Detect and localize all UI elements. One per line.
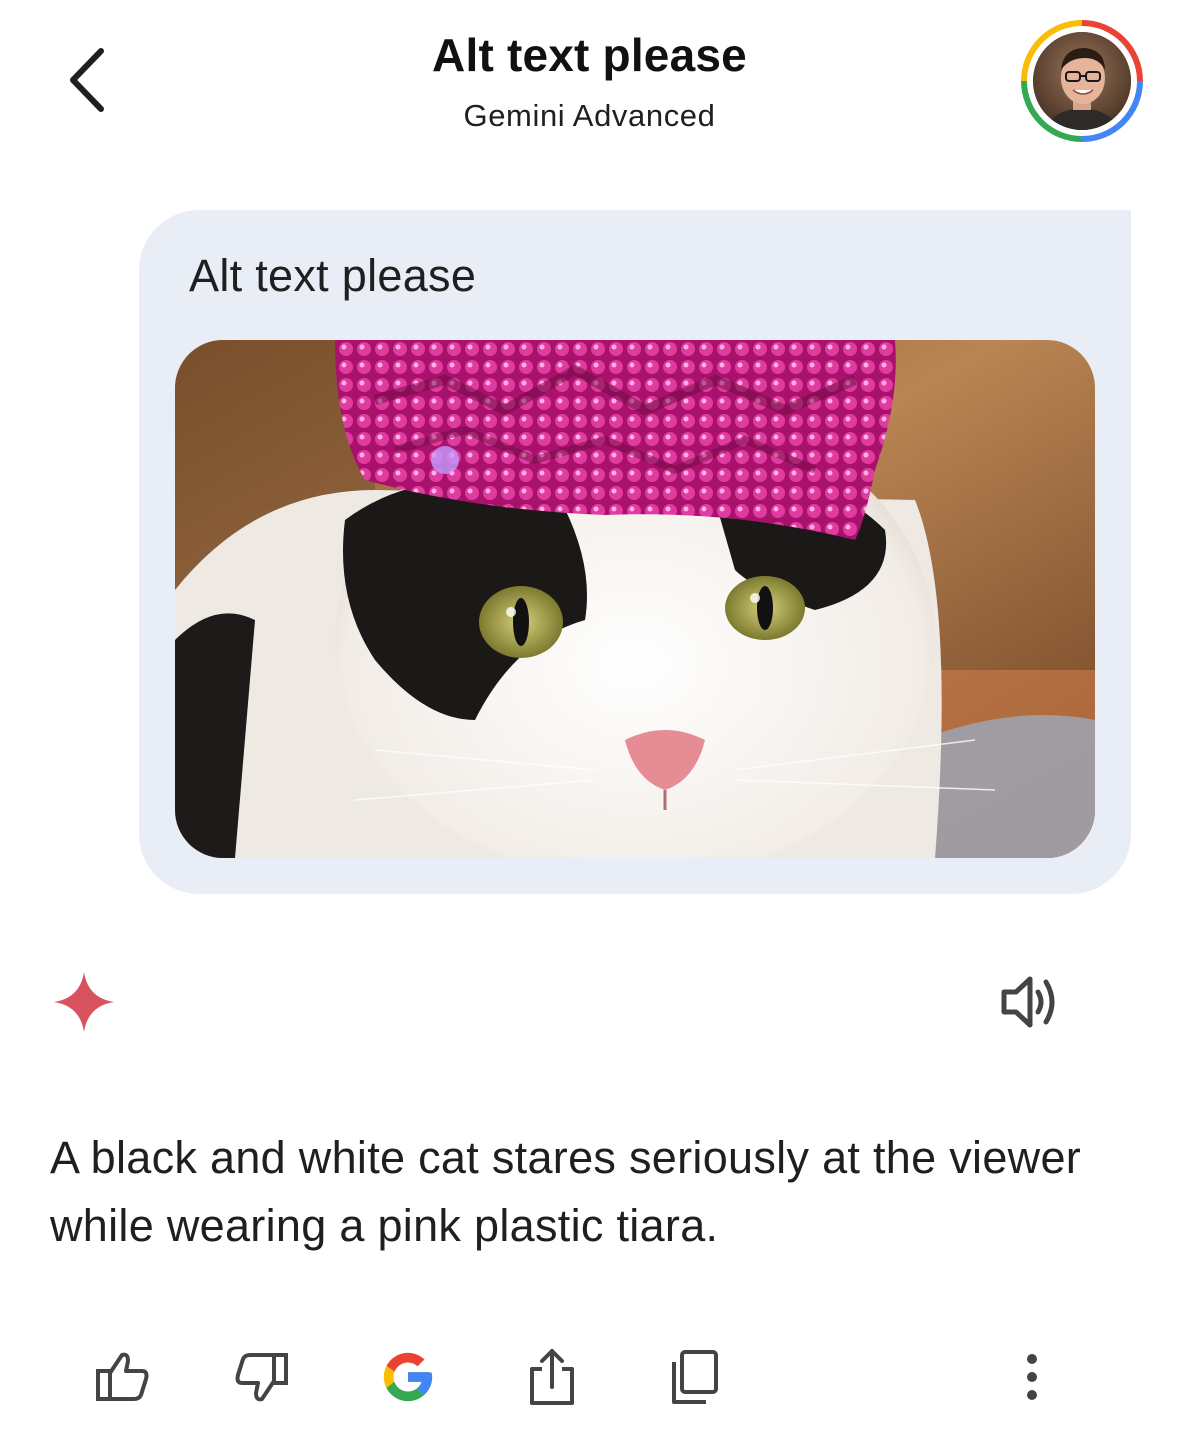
model-name: Gemini Advanced [463, 98, 716, 133]
thumbs-down-button[interactable] [230, 1340, 294, 1414]
speaker-icon[interactable] [1000, 974, 1060, 1030]
google-it-button[interactable] [376, 1340, 440, 1414]
thumbs-up-icon [96, 1352, 149, 1401]
gemini-sparkle-icon [52, 970, 116, 1034]
share-icon [530, 1349, 574, 1405]
share-button[interactable] [520, 1340, 584, 1414]
more-options-button[interactable] [1000, 1340, 1064, 1414]
user-message-text: Alt text please [189, 250, 477, 301]
avatar-photo [1033, 32, 1131, 130]
header: Alt text please Gemini Advanced [0, 0, 1179, 170]
thumbs-up-button[interactable] [90, 1340, 154, 1414]
copy-icon [672, 1350, 718, 1404]
attached-image[interactable] [175, 340, 1095, 858]
more-vertical-icon [1027, 1354, 1037, 1400]
response-actions [0, 1340, 1179, 1420]
thumbs-down-icon [235, 1353, 288, 1402]
conversation-title: Alt text please [432, 29, 747, 81]
user-message-bubble: Alt text please [139, 210, 1131, 894]
user-avatar[interactable] [1021, 20, 1143, 142]
response-text: A black and white cat stares seriously a… [50, 1132, 1082, 1251]
google-g-icon [383, 1352, 433, 1402]
copy-button[interactable] [664, 1340, 728, 1414]
